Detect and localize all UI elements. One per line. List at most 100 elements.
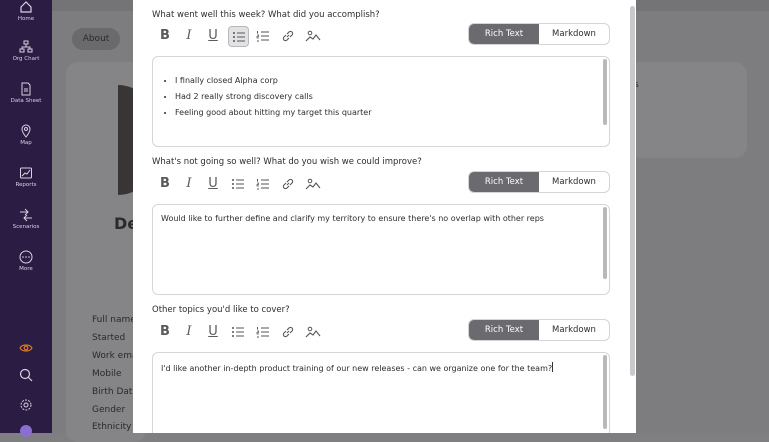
numbered-list-icon: [256, 31, 269, 42]
italic-button[interactable]: I: [179, 174, 199, 194]
numbered-list-button[interactable]: [253, 26, 273, 46]
numbered-list-button[interactable]: [253, 322, 273, 342]
right-card: [627, 62, 747, 158]
image-button[interactable]: [302, 322, 322, 342]
image-button[interactable]: [302, 26, 322, 46]
numbered-list-button[interactable]: [253, 174, 273, 194]
list-item: I finally closed Alpha corp: [175, 73, 372, 89]
bulleted-list-icon: [232, 327, 244, 337]
field-label: Ethnicity: [92, 422, 132, 432]
image-icon: [305, 326, 321, 338]
search-icon: [19, 368, 33, 382]
markdown-option[interactable]: Markdown: [539, 24, 609, 44]
answer-text-content: I'd like another in-depth product traini…: [161, 364, 553, 373]
bold-button[interactable]: B: [155, 26, 175, 46]
nav-item-home[interactable]: Home: [0, 0, 52, 22]
nav-item-org-chart[interactable]: Org Chart: [0, 40, 52, 62]
bulleted-list-button[interactable]: [228, 26, 249, 47]
question-label: What went well this week? What did you a…: [152, 10, 380, 20]
profile-icon: [20, 425, 32, 437]
underline-button[interactable]: U: [203, 26, 223, 46]
nav-label: Org Chart: [12, 56, 40, 62]
editor-scrollbar[interactable]: [603, 207, 607, 279]
nav-item-reports[interactable]: Reports: [0, 166, 52, 188]
format-toggle: Rich Text Markdown: [468, 23, 610, 45]
link-button[interactable]: [278, 174, 298, 194]
italic-icon: I: [186, 28, 192, 43]
list-item: Feeling good about hitting my target thi…: [175, 105, 372, 121]
bulleted-list-icon: [232, 179, 244, 189]
nav-item-scenarios[interactable]: Scenarios: [0, 208, 52, 230]
field-label: Mobile: [92, 369, 122, 379]
settings-button[interactable]: [0, 397, 52, 416]
tab-about[interactable]: About: [72, 28, 120, 50]
underline-icon: U: [208, 28, 218, 43]
answer-text: I'd like another in-depth product traini…: [161, 362, 554, 373]
link-button[interactable]: [278, 26, 298, 46]
nav-item-more[interactable]: More: [0, 250, 52, 272]
eye-icon: [19, 344, 33, 352]
link-icon: [282, 326, 294, 338]
numbered-list-icon: [256, 327, 269, 338]
rich-text-option[interactable]: Rich Text: [469, 172, 539, 192]
rich-text-option[interactable]: Rich Text: [469, 320, 539, 340]
link-icon: [282, 30, 294, 42]
numbered-list-icon: [256, 179, 269, 190]
field-label: Gender: [92, 405, 126, 415]
nav-label: Map: [20, 140, 32, 146]
underline-icon: U: [208, 324, 218, 339]
modal-scrollbar[interactable]: [630, 6, 635, 376]
bulleted-list-icon: [233, 32, 245, 42]
text-cursor: [552, 362, 554, 372]
format-toggle: Rich Text Markdown: [468, 319, 610, 341]
org-chart-icon: [19, 40, 33, 53]
eye-button[interactable]: [0, 340, 52, 359]
nav-item-map[interactable]: Map: [0, 124, 52, 146]
bulleted-list-button[interactable]: [228, 174, 248, 194]
field-label: Full name: [92, 315, 136, 325]
map-pin-icon: [21, 124, 31, 138]
image-icon: [305, 30, 321, 42]
underline-button[interactable]: U: [203, 322, 223, 342]
settings-icon: [20, 399, 32, 411]
nav-label: More: [19, 266, 33, 272]
italic-button[interactable]: I: [179, 322, 199, 342]
field-label: Started: [92, 333, 126, 343]
answer-editor[interactable]: I finally closed Alpha corp Had 2 really…: [152, 56, 610, 147]
editor-scrollbar[interactable]: [603, 59, 607, 125]
underline-button[interactable]: U: [203, 174, 223, 194]
format-toggle: Rich Text Markdown: [468, 171, 610, 193]
link-button[interactable]: [278, 322, 298, 342]
nav-item-data-sheet[interactable]: Data Sheet: [0, 82, 52, 104]
answer-editor[interactable]: Would like to further define and clarify…: [152, 204, 610, 295]
nav-label: Data Sheet: [10, 98, 42, 104]
question-label: What's not going so well? What do you wi…: [152, 157, 422, 167]
markdown-option[interactable]: Markdown: [539, 172, 609, 192]
bold-icon: B: [160, 28, 170, 43]
editor-scrollbar[interactable]: [603, 355, 607, 429]
search-button[interactable]: [0, 367, 52, 386]
more-icon: [19, 250, 33, 264]
left-nav: Home Org Chart Data Sheet Map Reports Sc…: [0, 0, 52, 437]
nav-label: Scenarios: [12, 224, 40, 230]
bold-button[interactable]: B: [155, 322, 175, 342]
bulleted-list-button[interactable]: [228, 322, 248, 342]
bold-button[interactable]: B: [155, 174, 175, 194]
italic-button[interactable]: I: [179, 26, 199, 46]
image-button[interactable]: [302, 174, 322, 194]
answer-editor[interactable]: I'd like another in-depth product traini…: [152, 352, 610, 433]
question-label: Other topics you'd like to cover?: [152, 305, 290, 315]
rich-text-option[interactable]: Rich Text: [469, 24, 539, 44]
answer-text: Would like to further define and clarify…: [161, 214, 544, 223]
scenarios-icon: [20, 208, 32, 222]
italic-icon: I: [186, 176, 192, 191]
bold-icon: B: [160, 324, 170, 339]
bullet-list: I finally closed Alpha corp Had 2 really…: [153, 73, 372, 121]
link-icon: [282, 178, 294, 190]
reports-icon: [20, 167, 32, 179]
list-item: Had 2 really strong discovery calls: [175, 89, 372, 105]
image-icon: [305, 178, 321, 190]
field-label: Work ema: [92, 351, 138, 361]
nav-label: Home: [17, 16, 35, 22]
markdown-option[interactable]: Markdown: [539, 320, 609, 340]
